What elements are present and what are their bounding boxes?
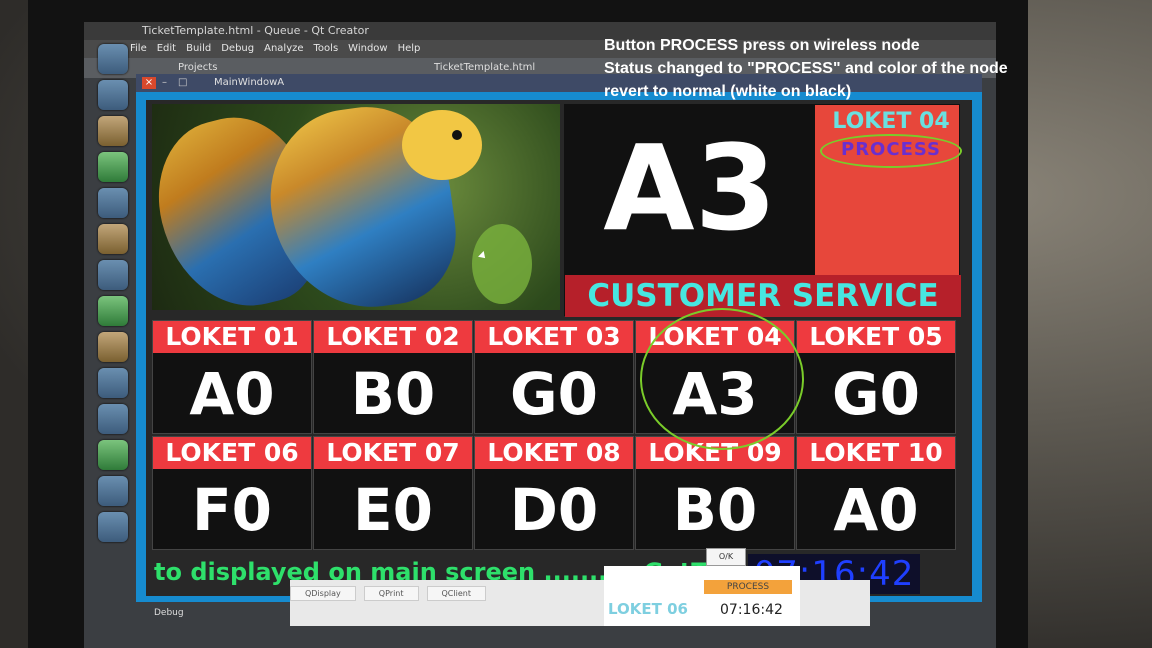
counter-code: A0 xyxy=(833,476,919,544)
counter-label: LOKET 10 xyxy=(797,437,955,469)
menu-tools[interactable]: Tools xyxy=(314,40,339,58)
minimize-icon[interactable]: – xyxy=(162,74,167,92)
parrot-image xyxy=(152,104,560,310)
counter-code: E0 xyxy=(353,476,433,544)
counter-label: LOKET 01 xyxy=(153,321,311,353)
annotation-caption: Button PROCESS press on wireless node St… xyxy=(604,34,1008,103)
counter-code: A0 xyxy=(189,360,275,428)
counter-tile-02: LOKET 02 B0 xyxy=(313,320,473,434)
status-highlight-ring xyxy=(820,134,962,168)
menu-help[interactable]: Help xyxy=(398,40,421,58)
counter-code: B0 xyxy=(672,476,758,544)
tab-qclient[interactable]: QClient xyxy=(426,586,486,601)
app-window-title: MainWindowA xyxy=(214,77,285,88)
mini-status: PROCESS xyxy=(704,580,792,594)
launcher-icon[interactable] xyxy=(98,512,128,542)
counter-label: LOKET 03 xyxy=(475,321,633,353)
mini-clock: 07:16:42 xyxy=(720,602,783,618)
launcher-icon[interactable] xyxy=(98,44,128,74)
service-name: CUSTOMER SERVICE xyxy=(587,278,939,314)
queue-display: A3 LOKET 04 PROCESS CUSTOMER SERVICE LOK… xyxy=(146,100,972,596)
menu-build[interactable]: Build xyxy=(186,40,211,58)
caption-line-3: revert to normal (white on black) xyxy=(604,83,852,100)
current-number-box: A3 xyxy=(565,105,815,275)
launcher-icon[interactable] xyxy=(98,260,128,290)
tile-highlight-ring xyxy=(640,308,804,450)
launcher-icon[interactable] xyxy=(98,80,128,110)
debug-mode-label[interactable]: Debug xyxy=(154,608,184,618)
maximize-icon[interactable]: □ xyxy=(178,74,187,92)
menu-window[interactable]: Window xyxy=(348,40,387,58)
parrot-head xyxy=(402,110,482,180)
launcher-icon[interactable] xyxy=(98,296,128,326)
menu-debug[interactable]: Debug xyxy=(221,40,254,58)
counter-code: B0 xyxy=(350,360,436,428)
counter-tile-06: LOKET 06 F0 xyxy=(152,436,312,550)
parrot-eye xyxy=(452,130,462,140)
monitor-screen: TicketTemplate.html - Queue - Qt Creator… xyxy=(84,22,996,648)
close-icon[interactable]: × xyxy=(142,77,156,89)
counter-tile-09: LOKET 09 B0 xyxy=(635,436,795,550)
launcher-icon[interactable] xyxy=(98,440,128,470)
launcher-icon[interactable] xyxy=(98,332,128,362)
launcher-bar xyxy=(90,44,136,604)
launcher-icon[interactable] xyxy=(98,368,128,398)
caption-line-1: Button PROCESS press on wireless node xyxy=(604,37,920,54)
client-mini-panel: PROCESS LOKET 06 07:16:42 xyxy=(604,566,800,626)
menu-edit[interactable]: Edit xyxy=(157,40,176,58)
counter-tile-03: LOKET 03 G0 xyxy=(474,320,634,434)
launcher-icon[interactable] xyxy=(98,476,128,506)
tab-qprint[interactable]: QPrint xyxy=(363,586,419,601)
counter-code: D0 xyxy=(509,476,599,544)
counter-tile-10: LOKET 10 A0 xyxy=(796,436,956,550)
ok-button[interactable]: O/K xyxy=(706,548,746,566)
launcher-icon[interactable] xyxy=(98,404,128,434)
caption-line-2: Status changed to "PROCESS" and color of… xyxy=(604,60,1008,77)
current-loket: LOKET 04 xyxy=(832,109,950,134)
counter-tile-01: LOKET 01 A0 xyxy=(152,320,312,434)
launcher-icon[interactable] xyxy=(98,152,128,182)
counter-label: LOKET 08 xyxy=(475,437,633,469)
counter-code: G0 xyxy=(510,360,598,428)
tab-qdisplay[interactable]: QDisplay xyxy=(290,586,356,601)
counter-code: G0 xyxy=(832,360,920,428)
counter-tile-05: LOKET 05 G0 xyxy=(796,320,956,434)
mini-loket: LOKET 06 xyxy=(608,600,688,618)
launcher-icon[interactable] xyxy=(98,116,128,146)
launcher-icon[interactable] xyxy=(98,224,128,254)
menu-analyze[interactable]: Analyze xyxy=(264,40,303,58)
counter-label: LOKET 02 xyxy=(314,321,472,353)
launcher-icon[interactable] xyxy=(98,188,128,218)
current-number: A3 xyxy=(603,119,777,257)
counter-tile-08: LOKET 08 D0 xyxy=(474,436,634,550)
counter-code: F0 xyxy=(192,476,272,544)
counter-tile-07: LOKET 07 E0 xyxy=(313,436,473,550)
counter-label: LOKET 05 xyxy=(797,321,955,353)
leaf-shape xyxy=(472,224,532,304)
bottom-tabs: QDisplay QPrint QClient xyxy=(290,586,486,601)
counter-label: LOKET 07 xyxy=(314,437,472,469)
counter-label: LOKET 06 xyxy=(153,437,311,469)
